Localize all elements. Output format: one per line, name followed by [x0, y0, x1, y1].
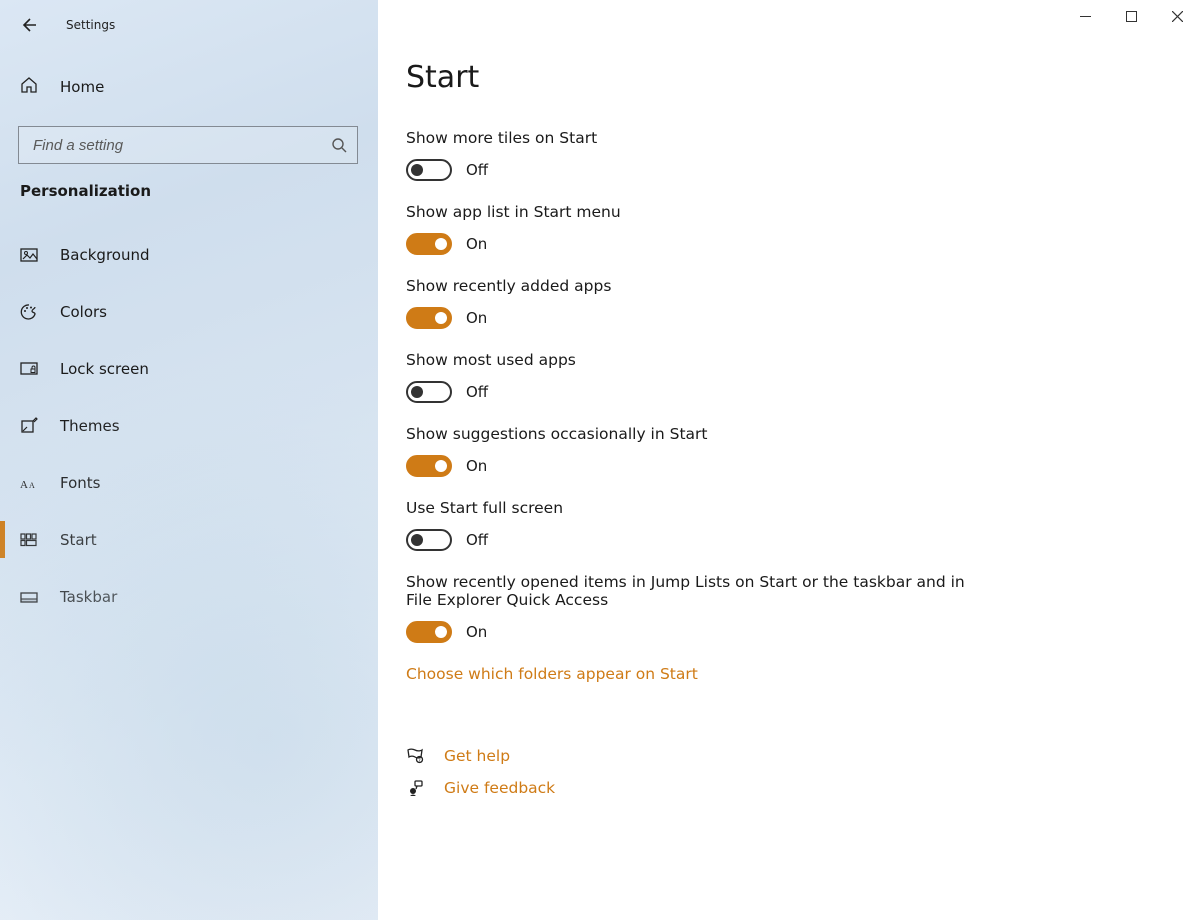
setting-label: Show most used apps	[406, 351, 966, 369]
svg-text:A: A	[20, 479, 28, 491]
sidebar-item-label: Lock screen	[60, 360, 149, 378]
sidebar-section-header: Personalization	[0, 164, 378, 206]
sidebar-nav: Background Colors Lock screen Themes AA Fonts…	[0, 226, 378, 625]
sidebar-item-home[interactable]: Home	[0, 62, 378, 112]
get-help-row[interactable]: ? Get help	[406, 747, 1160, 765]
setting-label: Show recently added apps	[406, 277, 966, 295]
setting-recently-added: Show recently added apps On	[406, 277, 966, 329]
setting-label: Use Start full screen	[406, 499, 966, 517]
sidebar-item-fonts[interactable]: AA Fonts	[0, 454, 378, 511]
sidebar-item-background[interactable]: Background	[0, 226, 378, 283]
search-box[interactable]	[18, 126, 358, 164]
picture-icon	[20, 246, 38, 264]
toggle-state: Off	[466, 161, 488, 179]
get-help-icon: ?	[406, 747, 424, 765]
setting-most-used: Show most used apps Off	[406, 351, 966, 403]
toggle-state: Off	[466, 383, 488, 401]
toggle-most-used[interactable]	[406, 381, 452, 403]
setting-label: Show recently opened items in Jump Lists…	[406, 573, 966, 609]
sidebar-item-label: Background	[60, 246, 150, 264]
sidebar-item-themes[interactable]: Themes	[0, 397, 378, 454]
setting-label: Show more tiles on Start	[406, 129, 966, 147]
toggle-state: On	[466, 235, 487, 253]
setting-label: Show app list in Start menu	[406, 203, 966, 221]
toggle-jump-lists[interactable]	[406, 621, 452, 643]
sidebar: Settings Home Personalization Background…	[0, 0, 378, 920]
sidebar-item-start[interactable]: Start	[0, 511, 378, 568]
sidebar-item-label: Start	[60, 531, 97, 549]
lockscreen-icon	[20, 360, 38, 378]
fonts-icon: AA	[20, 474, 38, 492]
toggle-suggestions[interactable]	[406, 455, 452, 477]
sidebar-item-label: Themes	[60, 417, 120, 435]
feedback-icon	[406, 779, 424, 797]
minimize-button[interactable]	[1062, 0, 1108, 32]
setting-more-tiles: Show more tiles on Start Off	[406, 129, 966, 181]
sidebar-item-taskbar[interactable]: Taskbar	[0, 568, 378, 625]
setting-full-screen: Use Start full screen Off	[406, 499, 966, 551]
sidebar-item-label: Fonts	[60, 474, 100, 492]
page-title: Start	[406, 60, 1160, 95]
toggle-state: On	[466, 623, 487, 641]
sidebar-item-lock-screen[interactable]: Lock screen	[0, 340, 378, 397]
setting-jump-lists: Show recently opened items in Jump Lists…	[406, 573, 966, 643]
setting-suggestions: Show suggestions occasionally in Start On	[406, 425, 966, 477]
setting-app-list: Show app list in Start menu On	[406, 203, 966, 255]
get-help-link[interactable]: Get help	[444, 747, 510, 765]
sidebar-item-label: Taskbar	[60, 588, 117, 606]
start-icon	[20, 531, 38, 549]
search-icon	[331, 137, 347, 153]
toggle-recently-added[interactable]	[406, 307, 452, 329]
toggle-state: On	[466, 309, 487, 327]
main-content: Start Show more tiles on Start Off Show ap…	[378, 0, 1200, 920]
search-input[interactable]	[31, 127, 331, 163]
close-button[interactable]	[1154, 0, 1200, 32]
toggle-state: Off	[466, 531, 488, 549]
home-icon	[20, 76, 38, 98]
choose-folders-link[interactable]: Choose which folders appear on Start	[406, 665, 1160, 683]
window-controls	[1062, 0, 1200, 32]
palette-icon	[20, 303, 38, 321]
sidebar-item-colors[interactable]: Colors	[0, 283, 378, 340]
themes-icon	[20, 417, 38, 435]
taskbar-icon	[20, 588, 38, 606]
app-title: Settings	[66, 18, 115, 32]
setting-label: Show suggestions occasionally in Start	[406, 425, 966, 443]
give-feedback-row[interactable]: Give feedback	[406, 779, 1160, 797]
titlebar: Settings	[0, 8, 378, 40]
sidebar-item-label: Colors	[60, 303, 107, 321]
back-button[interactable]	[18, 15, 38, 35]
give-feedback-link[interactable]: Give feedback	[444, 779, 555, 797]
svg-text:?: ?	[418, 758, 421, 764]
toggle-state: On	[466, 457, 487, 475]
toggle-app-list[interactable]	[406, 233, 452, 255]
svg-text:A: A	[29, 481, 35, 490]
maximize-button[interactable]	[1108, 0, 1154, 32]
home-label: Home	[60, 78, 104, 96]
toggle-more-tiles[interactable]	[406, 159, 452, 181]
toggle-full-screen[interactable]	[406, 529, 452, 551]
